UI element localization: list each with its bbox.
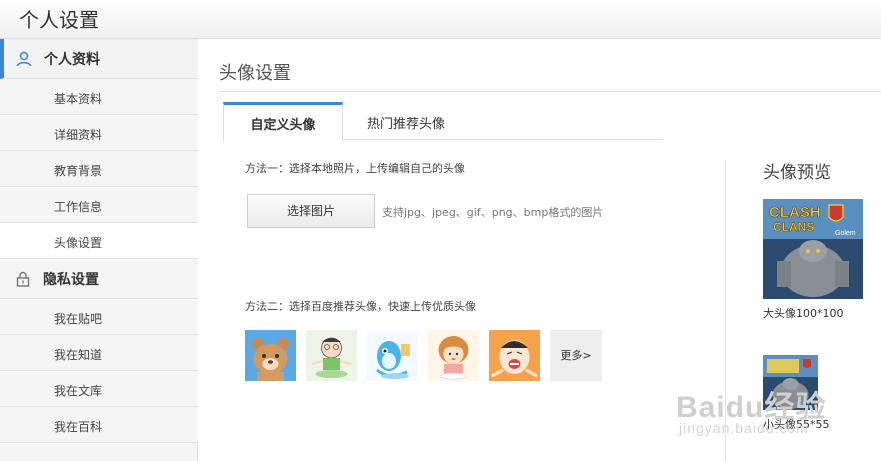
sidebar-item-label: 教育背景 (54, 164, 103, 178)
lock-icon (16, 271, 30, 287)
clans-logo-text: CLANS (773, 220, 814, 234)
sidebar-section-label: 隐私设置 (43, 272, 99, 288)
sidebar-item-label: 详细资料 (54, 128, 103, 142)
golem-label-text: Golem (835, 230, 856, 237)
sidebar-item-label: 我在百科 (54, 420, 103, 434)
sidebar-item-baike[interactable]: 我在百科 (0, 407, 198, 443)
sidebar-section-label: 个人资料 (44, 52, 100, 68)
divider (219, 91, 881, 92)
sidebar-item-zhidao[interactable]: 我在知道 (0, 335, 198, 371)
avatar-option-man[interactable] (489, 330, 540, 381)
sidebar-item-education[interactable]: 教育背景 (0, 151, 198, 187)
sidebar-item-avatar-settings[interactable]: 头像设置 (0, 223, 198, 259)
sidebar-item-work[interactable]: 工作信息 (0, 187, 198, 223)
sidebar-item-wenku[interactable]: 我在文库 (0, 371, 198, 407)
method-one-text: 方法一：选择本地照片，上传编辑自己的头像 (245, 162, 465, 175)
sidebar-item-label: 工作信息 (54, 200, 103, 214)
header-title: 个人设置 (19, 8, 99, 32)
sidebar-item-label: 我在文库 (54, 384, 103, 398)
choose-image-button[interactable]: 选择图片 (247, 194, 375, 228)
sidebar-item-label: 基本资料 (54, 92, 103, 106)
avatar-tabs: 自定义头像 热门推荐头像 (223, 102, 663, 141)
clash-logo-text: CLASH (769, 204, 821, 221)
sidebar-section-privacy[interactable]: 隐私设置 (0, 259, 198, 299)
method-two-text: 方法二：选择百度推荐头像，快速上传优质头像 (245, 300, 476, 313)
sidebar: 个人资料 基本资料 详细资料 教育背景 工作信息 头像设置 隐私设置 我在贴吧 … (0, 39, 198, 461)
avatar-option-dolphin[interactable] (367, 330, 418, 381)
supported-formats-text: 支持jpg、jpeg、gif、png、bmp格式的图片 (382, 206, 604, 219)
preview-title: 头像预览 (763, 163, 831, 183)
sidebar-item-tieba[interactable]: 我在贴吧 (0, 299, 198, 335)
sidebar-section-profile[interactable]: 个人资料 (0, 39, 198, 79)
avatar-option-bear[interactable] (245, 330, 296, 381)
more-avatars-button[interactable]: 更多> (550, 330, 602, 381)
tab-popular-avatar[interactable]: 热门推荐头像 (351, 102, 461, 140)
sidebar-item-label: 我在知道 (54, 348, 103, 362)
large-avatar-preview: CLASH CLANS Golem (763, 199, 863, 299)
user-icon (16, 51, 32, 67)
sidebar-item-label: 头像设置 (54, 236, 103, 250)
tab-custom-avatar[interactable]: 自定义头像 (223, 102, 343, 141)
avatar-option-girl[interactable] (428, 330, 479, 381)
avatar-option-boy[interactable] (306, 330, 357, 381)
watermark-url: jingyan.baidu.com (679, 420, 809, 436)
large-avatar-label: 大头像100*100 (763, 307, 844, 320)
sidebar-item-label: 我在贴吧 (54, 312, 103, 326)
page-title: 头像设置 (219, 63, 291, 84)
sidebar-item-detailed-info[interactable]: 详细资料 (0, 115, 198, 151)
top-header: 个人设置 (0, 0, 881, 39)
sidebar-item-basic-info[interactable]: 基本资料 (0, 79, 198, 115)
